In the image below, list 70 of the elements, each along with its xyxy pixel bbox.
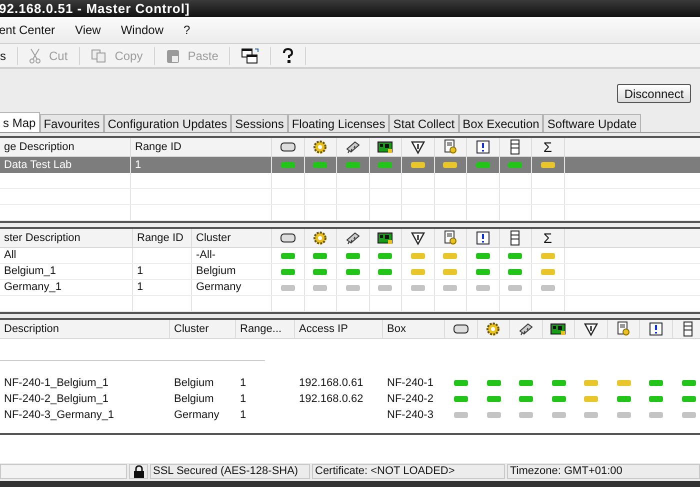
table-cell-text: Data Test Lab [4, 158, 72, 173]
table-cell-text: NF-240-3_Germany_1 [4, 408, 114, 423]
tab[interactable]: Stat Collect [389, 114, 459, 132]
table-row[interactable]: All -All- [0, 248, 700, 264]
table-row[interactable]: Germany_1 1 Germany [0, 280, 700, 296]
menu-item[interactable]: ? [184, 21, 190, 39]
circuit-board-icon [377, 230, 394, 246]
table-row[interactable]: Belgium_1 1 Belgium [0, 264, 700, 280]
column-header[interactable]: ster Description [0, 229, 133, 247]
column-header[interactable]: Cluster [170, 320, 236, 338]
column-header[interactable]: Σ [532, 229, 564, 247]
table-cell-text: 1 [137, 280, 144, 296]
table-cell-text: 192.168.0.62 [299, 392, 364, 407]
circuit-board-icon [377, 139, 394, 155]
tab[interactable]: Sessions [231, 114, 288, 132]
table-row[interactable]: NF-240-1_Belgium_1 Belgium 1 192.168.0.61 NF-240-1 [0, 375, 700, 391]
menu-item[interactable]: Window [120, 21, 164, 39]
table-cell-text: NF-240-1_Belgium_1 [4, 376, 109, 391]
help-icon [282, 48, 294, 64]
table-row[interactable]: NF-240-2_Belgium_1 Belgium 1 192.168.0.62 NF-240-2 [0, 391, 700, 407]
column-header[interactable]: ge Description [0, 138, 131, 156]
table-cell-text: 1 [240, 392, 246, 407]
toolbar-button[interactable] [282, 48, 294, 64]
table-cell-text: All [4, 248, 16, 264]
tab[interactable]: Favourites [40, 114, 104, 132]
table-cell-text: Germany [174, 408, 220, 423]
table-cell-text: 192.168.0.61 [299, 376, 364, 391]
tab[interactable]: Box Execution [458, 114, 544, 132]
status-text: Certificate: <NOT LOADED> [312, 464, 505, 479]
table-cell-text: 1 [135, 158, 142, 173]
disconnect-button[interactable]: Disconnect [617, 84, 691, 103]
table-cell-text: NF-240-2 [387, 392, 434, 407]
column-header[interactable]: Box [383, 320, 445, 338]
clipboard-icon [166, 48, 180, 64]
table-row[interactable]: Data Test Lab 1 [0, 157, 700, 173]
tab[interactable]: s Map [0, 112, 40, 132]
table-cell-text: Belgium [174, 392, 214, 407]
table-cell-text: NF-240-1 [387, 376, 434, 391]
column-header[interactable]: Range... [236, 320, 295, 338]
table-cell-text: -All- [196, 248, 216, 264]
status-text: SSL Secured (AES-128-SHA) [150, 464, 310, 479]
menu-item[interactable]: View [75, 21, 101, 39]
lock-icon [132, 465, 144, 478]
table-cell-text: 1 [137, 264, 144, 280]
column-header[interactable]: Cluster [192, 229, 272, 247]
toolbar-button[interactable]: s [0, 46, 6, 64]
table-cell-text: NF-240-2_Belgium_1 [4, 392, 109, 407]
column-header[interactable]: Access IP [295, 320, 383, 338]
table-cell-text: Belgium [196, 264, 236, 280]
tab[interactable]: Software Update [543, 114, 641, 132]
table-cell-text: Germany_1 [4, 280, 62, 296]
column-header[interactable]: Range ID [131, 138, 272, 156]
table-cell-text: 1 [240, 376, 246, 391]
table-cell-text: NF-240-3 [387, 408, 434, 423]
status-text: Timezone: GMT+01:00 [507, 464, 700, 479]
table-cell-text: Germany [196, 280, 242, 296]
column-header[interactable]: Range ID [133, 229, 192, 247]
tab[interactable]: Configuration Updates [104, 114, 232, 132]
table-cell-text: Belgium_1 [4, 264, 56, 280]
table-cell-text: 1 [240, 408, 246, 423]
copy-icon [90, 48, 107, 62]
windows-icon [241, 48, 260, 64]
scissors-icon [29, 48, 41, 64]
column-header[interactable]: Σ [532, 138, 564, 156]
circuit-board-icon [550, 321, 566, 337]
toolbar-button[interactable] [241, 48, 260, 64]
table-cell-text: Belgium [174, 376, 214, 391]
column-header[interactable]: Description [0, 320, 170, 338]
table-row[interactable]: NF-240-3_Germany_1 Germany 1 NF-240-3 [0, 407, 700, 423]
tab[interactable]: Floating Licenses [288, 114, 390, 132]
